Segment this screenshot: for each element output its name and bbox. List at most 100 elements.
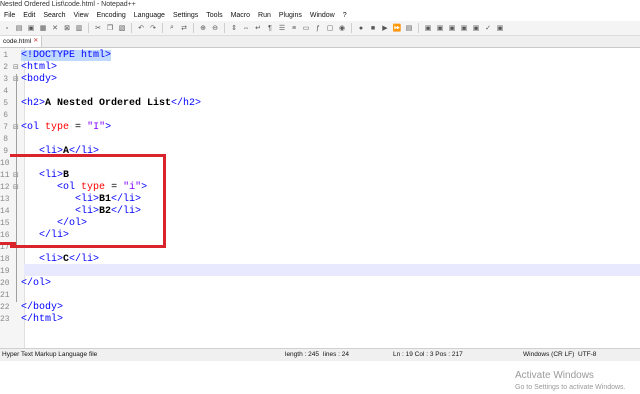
function-list-icon[interactable]: ƒ: [313, 23, 323, 33]
tab-code-html[interactable]: code.html ✕: [0, 36, 43, 47]
undo-icon[interactable]: ↶: [136, 23, 146, 33]
menu-item-view[interactable]: View: [70, 11, 93, 21]
menu-item-tools[interactable]: Tools: [202, 11, 226, 21]
find-icon[interactable]: ⌕: [167, 23, 177, 33]
line-number: 11: [0, 171, 10, 180]
code-line[interactable]: <html>: [21, 62, 57, 74]
toolbar-separator: [88, 23, 89, 33]
menu-item-edit[interactable]: Edit: [19, 11, 39, 21]
status-encoding: UTF-8: [578, 351, 597, 358]
fold-toggle-icon[interactable]: ⊟: [13, 63, 19, 71]
line-number: 1: [3, 51, 8, 60]
panel-icon[interactable]: ▣: [423, 23, 433, 33]
show-all-chars-icon[interactable]: ¶: [265, 23, 275, 33]
status-eol: Windows (CR LF): [523, 351, 575, 358]
panel-icon[interactable]: ▣: [471, 23, 481, 33]
status-lines: lines : 24: [323, 351, 350, 358]
code-line[interactable]: <li>C</li>: [21, 254, 99, 266]
line-number: 14: [0, 207, 10, 216]
indent-guide-icon[interactable]: ☰: [277, 23, 287, 33]
spellcheck-icon[interactable]: ✓: [483, 23, 493, 33]
doc-map-icon[interactable]: ▭: [301, 23, 311, 33]
save-macro-icon[interactable]: ▤: [404, 23, 414, 33]
folder-workspace-icon[interactable]: ▢: [325, 23, 335, 33]
save-icon[interactable]: ▣: [26, 23, 36, 33]
menu-item-settings[interactable]: Settings: [169, 11, 202, 21]
zoom-out-icon[interactable]: ⊖: [210, 23, 220, 33]
line-number: 12: [0, 183, 10, 192]
code-line[interactable]: <body>: [21, 74, 57, 86]
sync-vertical-icon[interactable]: ⇕: [229, 23, 239, 33]
save-all-icon[interactable]: ▦: [38, 23, 48, 33]
line-number: 5: [3, 99, 8, 108]
tab-close-icon[interactable]: ✕: [33, 36, 38, 47]
annotation-box: [10, 154, 166, 248]
menu-item-search[interactable]: Search: [39, 11, 69, 21]
window-title: Nested Ordered List\code.html - Notepad+…: [0, 1, 136, 8]
open-tag-token: <h2>: [21, 98, 46, 109]
menu-item-window[interactable]: Window: [306, 11, 339, 21]
code-line[interactable]: <ol type = "I">: [21, 122, 111, 134]
equals-token: =: [69, 122, 88, 133]
line-number: 3: [3, 75, 8, 84]
panel-icon[interactable]: ▣: [435, 23, 445, 33]
toolbar-separator: [193, 23, 194, 33]
monitoring-icon[interactable]: ◉: [337, 23, 347, 33]
line-number: 16: [0, 231, 10, 240]
code-line[interactable]: <h2>A Nested Ordered List</h2>: [21, 98, 201, 110]
annotation-line: [0, 242, 16, 245]
code-editor[interactable]: 12⊟3⊟4567⊟891011⊟12⊟13141516171819202122…: [0, 48, 640, 391]
menu-item-run[interactable]: Run: [254, 11, 275, 21]
line-number: 23: [0, 315, 10, 324]
text-token: A Nested Ordered List: [45, 98, 172, 109]
word-wrap-icon[interactable]: ↵: [253, 23, 263, 33]
lang-icon[interactable]: ≡: [289, 23, 299, 33]
menu-item-plugins[interactable]: Plugins: [275, 11, 306, 21]
replace-icon[interactable]: ⇄: [179, 23, 189, 33]
tab-label: code.html: [3, 38, 32, 45]
code-line[interactable]: </html>: [21, 314, 63, 326]
play-multiple-icon[interactable]: ⏩: [392, 23, 402, 33]
sync-horizontal-icon[interactable]: ⇔: [241, 23, 251, 33]
paste-icon[interactable]: ▧: [117, 23, 127, 33]
close-all-icon[interactable]: ⊠: [62, 23, 72, 33]
line-number: 7: [3, 123, 8, 132]
close-icon[interactable]: ✕: [50, 23, 60, 33]
line-number: 13: [0, 195, 10, 204]
panel-icon[interactable]: ▣: [459, 23, 469, 33]
current-line-highlight: [24, 264, 640, 276]
line-number: 4: [3, 87, 8, 96]
code-line[interactable]: </ol>: [21, 278, 51, 290]
cut-icon[interactable]: ✂: [93, 23, 103, 33]
code-line[interactable]: <!DOCTYPE html>: [21, 50, 112, 62]
stop-macro-icon[interactable]: ■: [368, 23, 378, 33]
open-file-icon[interactable]: ▤: [14, 23, 24, 33]
code-line[interactable]: </body>: [21, 302, 63, 314]
menu-item-file[interactable]: File: [0, 11, 19, 21]
menu-item-macro[interactable]: Macro: [227, 11, 254, 21]
record-macro-icon[interactable]: ●: [356, 23, 366, 33]
menu-item-encoding[interactable]: Encoding: [93, 11, 130, 21]
attribute-token: type: [45, 122, 70, 133]
panel-icon[interactable]: ▣: [447, 23, 457, 33]
tag-end-token: >: [105, 122, 112, 133]
tag-token: <body>: [21, 74, 58, 85]
new-file-icon[interactable]: ▫: [2, 23, 12, 33]
attribute-value-token: "I": [87, 122, 106, 133]
menu-item-help[interactable]: ?: [339, 11, 351, 21]
zoom-in-icon[interactable]: ⊕: [198, 23, 208, 33]
copy-icon[interactable]: ❐: [105, 23, 115, 33]
menu-item-language[interactable]: Language: [130, 11, 169, 21]
activate-windows-watermark: Activate Windows Go to Settings to activ…: [515, 370, 626, 394]
open-tag-token: <ol: [21, 122, 40, 133]
status-length: length : 245: [285, 351, 319, 358]
title-bar: Nested Ordered List\code.html - Notepad+…: [0, 0, 640, 11]
close-tag-token: </li>: [69, 254, 100, 265]
tag-token: <html>: [21, 62, 58, 73]
print-icon[interactable]: ▥: [74, 23, 84, 33]
line-number: 21: [0, 291, 10, 300]
play-macro-icon[interactable]: ▶: [380, 23, 390, 33]
line-number: 2: [3, 63, 8, 72]
panel-icon[interactable]: ▣: [495, 23, 505, 33]
redo-icon[interactable]: ↷: [148, 23, 158, 33]
